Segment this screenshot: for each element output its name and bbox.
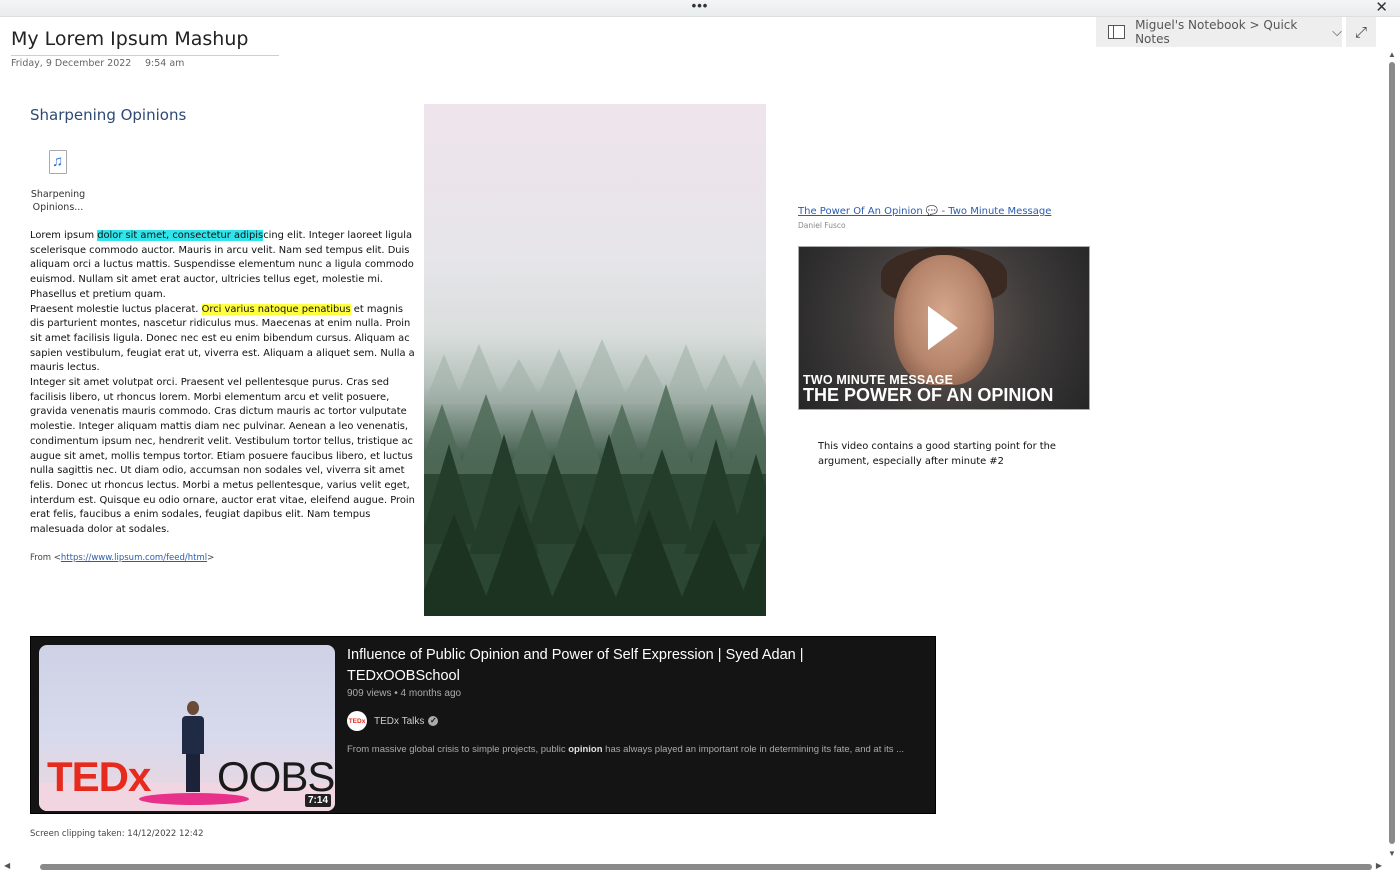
scroll-up-icon[interactable]: ▲ xyxy=(1388,50,1396,59)
source-citation: From <https://www.lipsum.com/feed/html> xyxy=(30,553,214,563)
yellow-highlight: Orci varius natoque penatibus xyxy=(201,303,351,315)
page-time: 9:54 am xyxy=(145,58,185,69)
forest-trees-graphic xyxy=(424,339,766,616)
scroll-right-icon[interactable]: ▶ xyxy=(1376,861,1382,870)
youtube-thumbnail[interactable]: TEDx OOBSc 7:14 xyxy=(39,645,335,811)
video-link[interactable]: The Power Of An Opinion 💬 - Two Minute M… xyxy=(798,206,1051,217)
youtube-clipping-card: TEDx OOBSc 7:14 Influence of Public Opin… xyxy=(30,636,936,814)
youtube-video-meta: 909 views • 4 months ago xyxy=(347,688,462,699)
attachment-filename: Sharpening Opinions... xyxy=(30,189,86,213)
paragraph-3: Integer sit amet volutpat orci. Praesent… xyxy=(30,377,415,536)
youtube-channel[interactable]: TEDx TEDx Talks ✓ xyxy=(347,711,439,731)
speaker-figure xyxy=(182,701,204,801)
verified-check-icon: ✓ xyxy=(428,716,439,726)
desc-bold: opinion xyxy=(568,744,603,755)
play-icon[interactable] xyxy=(928,306,958,350)
window-top-bar: ••• ✕ xyxy=(0,0,1400,17)
source-link[interactable]: https://www.lipsum.com/feed/html xyxy=(61,553,207,563)
forest-fog-image[interactable] xyxy=(424,104,766,616)
cyan-highlight: dolor sit amet, consectetur adipis xyxy=(97,230,264,241)
source-prefix: From < xyxy=(30,553,61,563)
desc-text-a: From massive global crisis to simple pro… xyxy=(347,744,569,755)
paragraph-2: Praesent molestie luctus placerat. Orci … xyxy=(30,303,416,377)
video-caption-large: THE POWER OF AN OPINION xyxy=(803,385,1054,405)
paragraph-1: Lorem ipsum dolor sit amet, consectetur … xyxy=(30,229,416,303)
page-title[interactable]: My Lorem Ipsum Mashup xyxy=(11,28,279,56)
section-heading[interactable]: Sharpening Opinions xyxy=(30,106,186,124)
paragraph-1-text-a: Lorem ipsum xyxy=(30,230,98,241)
audio-file-icon: ♫ xyxy=(49,150,67,174)
video-note[interactable]: This video contains a good starting poin… xyxy=(818,440,1078,469)
youtube-video-description: From massive global crisis to simple pro… xyxy=(347,744,927,755)
youtube-video-title[interactable]: Influence of Public Opinion and Power of… xyxy=(347,645,917,687)
scroll-down-icon[interactable]: ▼ xyxy=(1388,849,1396,858)
video-author: Daniel Fusco xyxy=(798,221,846,230)
notebook-icon xyxy=(1108,25,1126,39)
vertical-scrollbar[interactable]: ▲ ▼ xyxy=(1386,48,1400,860)
page-date: Friday, 9 December 2022 xyxy=(11,58,132,69)
paragraph-2-text-a: Praesent molestie luctus placerat. xyxy=(30,303,202,315)
scroll-left-icon[interactable]: ◀ xyxy=(4,861,10,870)
source-suffix: > xyxy=(207,553,215,563)
channel-name: TEDx Talks xyxy=(374,715,425,727)
window-menu-dots[interactable]: ••• xyxy=(610,0,790,14)
desc-text-b: has always played an important role in d… xyxy=(602,744,905,755)
notebook-path-label: Miguel's Notebook > Quick Notes xyxy=(1135,18,1298,46)
close-icon[interactable]: ✕ xyxy=(1375,0,1388,16)
horizontal-scrollbar[interactable]: ◀ ▶ xyxy=(0,860,1386,874)
expand-icon[interactable]: ⤢ xyxy=(1346,17,1376,47)
screen-clipping-note: Screen clipping taken: 14/12/2022 12:42 xyxy=(30,829,204,839)
channel-avatar: TEDx xyxy=(347,711,367,731)
notebook-location-selector[interactable]: Miguel's Notebook > Quick Notes ⌵ xyxy=(1096,17,1342,47)
audio-attachment[interactable]: ♫ Sharpening Opinions... xyxy=(30,150,86,214)
chevron-down-icon: ⌵ xyxy=(1332,24,1342,40)
vertical-scroll-thumb[interactable] xyxy=(1389,62,1395,844)
tedx-backdrop-red: TEDx xyxy=(47,753,151,800)
lorem-body-text[interactable]: Lorem ipsum dolor sit amet, consectetur … xyxy=(30,229,416,538)
video-duration-badge: 7:14 xyxy=(304,794,331,807)
video-thumbnail[interactable]: TWO MINUTE MESSAGE THE POWER OF AN OPINI… xyxy=(798,246,1090,410)
horizontal-scroll-thumb[interactable] xyxy=(40,864,1372,870)
